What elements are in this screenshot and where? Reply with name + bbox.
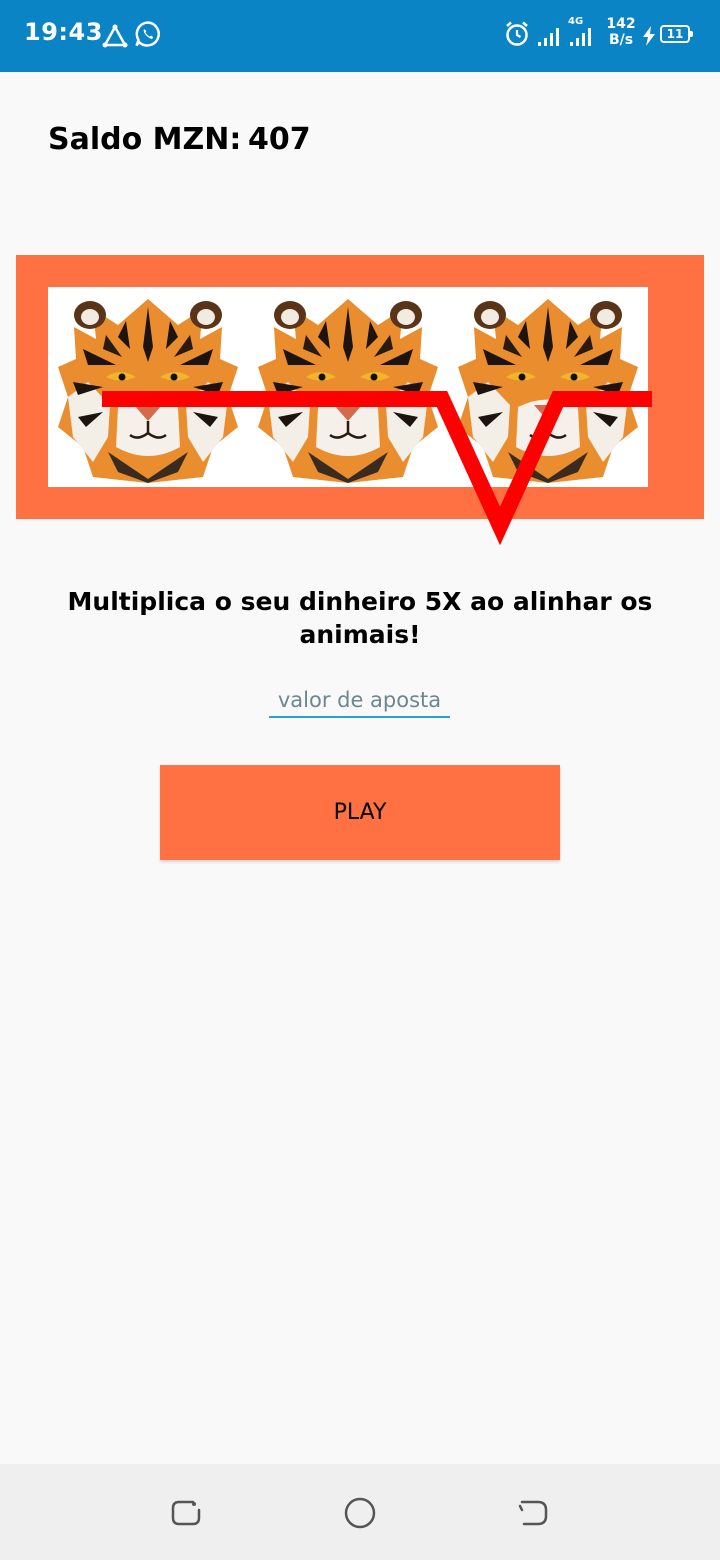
battery-icon: 11 bbox=[660, 25, 693, 43]
charging-icon bbox=[642, 26, 656, 51]
whatsapp-icon bbox=[134, 20, 162, 53]
promo-message: Multiplica o seu dinheiro 5X ao alinhar … bbox=[67, 587, 653, 649]
recents-icon[interactable] bbox=[169, 1496, 203, 1530]
balance-value: 407 bbox=[248, 122, 311, 157]
signal-icon bbox=[538, 28, 562, 51]
status-time: 19:43 bbox=[24, 18, 103, 46]
net-speed: 142 B/s bbox=[604, 16, 638, 48]
navigation-arrow-icon bbox=[102, 24, 128, 53]
home-icon[interactable] bbox=[343, 1496, 377, 1530]
play-button[interactable]: PLAY bbox=[160, 765, 560, 860]
navigation-bar bbox=[0, 1464, 720, 1560]
reel-3-tiger-image bbox=[448, 287, 648, 487]
reel-2-tiger-image bbox=[248, 287, 448, 487]
slot-reels bbox=[48, 287, 648, 487]
network-type: 4G bbox=[568, 16, 584, 27]
alarm-icon bbox=[504, 20, 530, 53]
balance: Saldo MZN: 407 bbox=[48, 122, 311, 157]
back-icon[interactable] bbox=[516, 1496, 550, 1530]
net-speed-value: 142 bbox=[606, 16, 636, 32]
signal-4g-icon bbox=[570, 28, 596, 51]
bet-amount-input[interactable] bbox=[269, 684, 450, 718]
status-bar: 19:43 4G 142 B/s 11 bbox=[0, 0, 720, 72]
net-speed-unit: B/s bbox=[608, 32, 634, 48]
balance-label: Saldo MZN: bbox=[48, 122, 242, 157]
reel-1-tiger-image bbox=[48, 287, 248, 487]
slot-machine-panel bbox=[16, 255, 704, 519]
